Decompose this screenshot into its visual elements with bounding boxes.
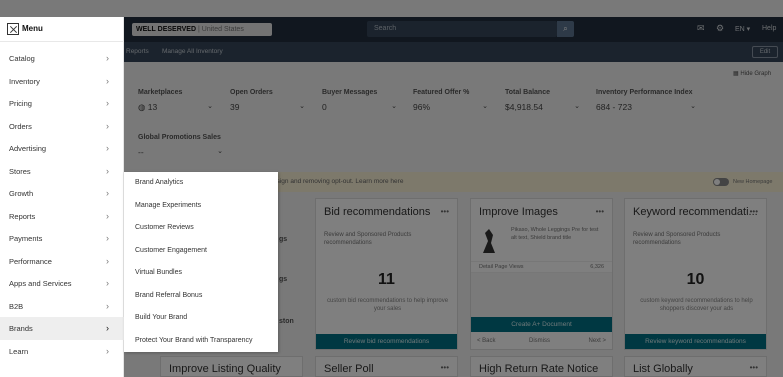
submenu-item-label: Virtual Bundles <box>135 269 182 276</box>
menu-item-label: Growth <box>9 189 34 198</box>
menu-item-label: Performance <box>9 256 52 266</box>
submenu-item-brand-analytics[interactable]: Brand Analytics <box>124 172 278 195</box>
submenu-item-customer-reviews[interactable]: Customer Reviews <box>124 217 278 240</box>
chevron-right-icon: › <box>106 188 109 198</box>
chevron-right-icon: › <box>106 300 109 311</box>
chevron-right-icon: › <box>106 323 109 333</box>
menu-item-label: Stores <box>9 166 31 176</box>
chevron-right-icon: › <box>106 75 109 86</box>
menu-item-reports[interactable]: Reports › <box>0 205 124 228</box>
menu-item-orders[interactable]: Orders › <box>0 115 124 138</box>
menu-item-performance[interactable]: Performance › <box>0 250 124 273</box>
submenu-item-virtual-bundles[interactable]: Virtual Bundles <box>124 262 278 285</box>
menu-item-label: Advertising <box>9 144 47 153</box>
submenu-item-label: Brand Analytics <box>135 179 184 186</box>
menu-item-apps-and-services[interactable]: Apps and Services › <box>0 272 124 295</box>
chevron-right-icon: › <box>106 165 109 176</box>
menu-item-advertising[interactable]: Advertising › <box>0 137 124 160</box>
chevron-right-icon: › <box>106 98 109 108</box>
menu-item-payments[interactable]: Payments › <box>0 227 124 250</box>
chevron-right-icon: › <box>106 233 109 243</box>
menu-item-growth[interactable]: Growth › <box>0 182 124 205</box>
submenu-item-label: Customer Reviews <box>135 224 194 231</box>
menu-item-label: Learn <box>9 346 29 356</box>
chevron-right-icon: › <box>106 345 109 356</box>
drawer-header: Menu <box>0 17 124 42</box>
menu-item-stores[interactable]: Stores › <box>0 160 124 183</box>
menu-title: Menu <box>22 24 43 33</box>
submenu-item-label: Customer Engagement <box>135 246 207 254</box>
submenu-item-customer-engagement[interactable]: Customer Engagement <box>124 240 278 263</box>
chevron-right-icon: › <box>106 143 109 153</box>
submenu-item-label: Build Your Brand <box>135 314 188 321</box>
submenu-item-protect-your-brand-with-transparency[interactable]: Protect Your Brand with Transparency <box>124 330 278 353</box>
submenu-item-brand-referral-bonus[interactable]: Brand Referral Bonus <box>124 285 278 308</box>
menu-item-label: Inventory <box>9 76 40 86</box>
chevron-right-icon: › <box>106 278 109 288</box>
chevron-right-icon: › <box>106 255 109 266</box>
submenu-item-label: Manage Experiments <box>135 201 202 209</box>
submenu-item-manage-experiments[interactable]: Manage Experiments <box>124 195 278 218</box>
menu-item-label: B2B <box>9 301 24 311</box>
menu-item-label: Catalog <box>9 54 35 63</box>
submenu-item-label: Brand Referral Bonus <box>135 291 203 299</box>
menu-item-label: Reports <box>9 211 36 221</box>
menu-item-label: Orders <box>9 121 32 131</box>
menu-item-learn[interactable]: Learn › <box>0 340 124 363</box>
menu-item-b2b[interactable]: B2B › <box>0 295 124 318</box>
chevron-right-icon: › <box>106 53 109 63</box>
submenu-item-build-your-brand[interactable]: Build Your Brand <box>124 307 278 330</box>
close-icon[interactable] <box>7 23 19 35</box>
menu-item-brands[interactable]: Brands › <box>0 317 124 340</box>
chevron-right-icon: › <box>106 210 109 221</box>
menu-item-label: Payments <box>9 234 43 243</box>
submenu-item-label: Protect Your Brand with Transparency <box>135 336 253 344</box>
menu-item-label: Pricing <box>9 99 32 108</box>
menu-item-inventory[interactable]: Inventory › <box>0 70 124 93</box>
brands-submenu: Brand Analytics Manage Experiments Custome… <box>124 172 278 352</box>
chevron-right-icon: › <box>106 120 109 131</box>
navigation-drawer: Menu Catalog › Inventory › Pricing › Orders › Ad… <box>0 17 124 377</box>
menu-item-pricing[interactable]: Pricing › <box>0 92 124 115</box>
menu-item-label: Brands <box>9 324 33 333</box>
menu-item-label: Apps and Services <box>9 279 72 288</box>
menu-item-catalog[interactable]: Catalog › <box>0 47 124 70</box>
